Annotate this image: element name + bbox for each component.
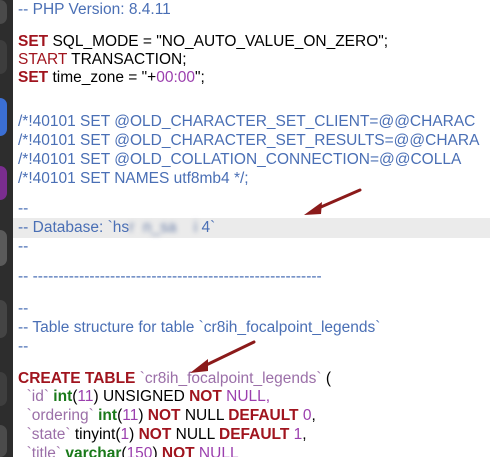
- code-text: (: [321, 370, 331, 387]
- code-text: ,: [302, 426, 307, 443]
- code-text: TRANSACTION;: [67, 51, 187, 68]
- keyword: START: [18, 51, 68, 68]
- keyword: DEFAULT: [219, 426, 290, 443]
- code-line-database: -- Database: `hsr n_sa i 4`: [13, 218, 490, 238]
- dock-app-icon[interactable]: [0, 0, 7, 24]
- number-literal: 150: [126, 445, 153, 457]
- column-name: `id`: [18, 388, 49, 405]
- column-name: `state`: [18, 426, 71, 443]
- keyword: NOT: [161, 445, 195, 457]
- dock-app-icon[interactable]: [0, 230, 7, 266]
- code-line-php-version: -- PHP Version: 8.4.11: [18, 1, 171, 18]
- number-literal: 1: [120, 426, 130, 443]
- code-line-create-table: CREATE TABLE `cr8ih_focalpoint_legends` …: [18, 369, 331, 389]
- keyword: NOT: [189, 388, 222, 405]
- annotation-arrow-icon: [304, 188, 362, 215]
- code-text: ): [138, 407, 148, 424]
- code-line-collation: /*!40101 SET @OLD_COLLATION_CONNECTION=@…: [18, 151, 462, 168]
- number-literal: 1: [289, 426, 303, 443]
- code-text: time_zone = "+: [48, 69, 157, 86]
- app-dock: [0, 0, 13, 457]
- dock-app-icon[interactable]: [0, 425, 7, 457]
- annotation-arrow-icon: [190, 340, 256, 373]
- code-line-time-zone: SET time_zone = "+00:00";: [18, 68, 205, 88]
- code-line-column-ordering: `ordering` int(11) NOT NULL DEFAULT 0,: [18, 406, 316, 426]
- code-text: ) UNSIGNED: [93, 388, 190, 405]
- code-line-column-id: `id` int(11) UNSIGNED NOT NULL,: [18, 387, 270, 407]
- keyword: NOT: [138, 426, 172, 443]
- code-text: ,: [311, 407, 316, 424]
- dock-app-icon[interactable]: [0, 372, 7, 406]
- column-name: `title`: [18, 445, 62, 457]
- type: varchar: [61, 445, 122, 457]
- type: int: [93, 407, 118, 424]
- number-literal: 00:00: [156, 69, 195, 86]
- code-line-charset-client: /*!40101 SET @OLD_CHARACTER_SET_CLIENT=@…: [18, 113, 476, 130]
- code-line-separator: -- -------------------------------------…: [18, 268, 322, 285]
- number-literal: 11: [122, 407, 139, 424]
- code-text: ): [152, 445, 162, 457]
- database-suffix: 4`: [201, 219, 216, 236]
- keyword: SET: [18, 69, 49, 86]
- number-literal: 0: [298, 407, 312, 424]
- code-line-charset-results: /*!40101 SET @OLD_CHARACTER_SET_RESULTS=…: [18, 132, 480, 149]
- code-line-set-names: /*!40101 SET NAMES utf8mb4 */;: [18, 170, 249, 187]
- sql-code-view[interactable]: -- PHP Version: 8.4.11 SET SQL_MODE = "N…: [13, 0, 490, 457]
- dock-app-icon[interactable]: [0, 40, 7, 74]
- redacted-text: i: [185, 219, 202, 236]
- code-line-sql-mode: SET SQL_MODE = "NO_AUTO_VALUE_ON_ZERO";: [18, 32, 388, 52]
- dock-app-icon[interactable]: [0, 300, 7, 338]
- code-text: ): [129, 426, 139, 443]
- number-literal: 11: [77, 388, 94, 405]
- code-line-comment: --: [18, 238, 29, 255]
- code-line-start-transaction: START TRANSACTION;: [18, 50, 187, 70]
- dock-app-icon[interactable]: [0, 166, 7, 200]
- code-text: SQL_MODE = "NO_AUTO_VALUE_ON_ZERO";: [48, 33, 389, 50]
- null-literal: NULL: [194, 445, 239, 457]
- type: tinyint(: [70, 426, 121, 443]
- keyword: NOT: [147, 407, 181, 424]
- type: int: [49, 388, 73, 405]
- code-line-table-structure: -- Table structure for table `cr8ih_foca…: [18, 319, 381, 336]
- code-line-comment: --: [18, 338, 29, 355]
- keyword: CREATE TABLE: [18, 370, 136, 387]
- code-line-column-title: `title` varchar(150) NOT NULL: [18, 444, 239, 457]
- code-line-comment: --: [18, 300, 29, 317]
- code-line-column-state: `state` tinyint(1) NOT NULL DEFAULT 1,: [18, 425, 307, 445]
- code-text: NULL: [180, 407, 229, 424]
- code-text: NULL: [171, 426, 219, 443]
- column-name: `ordering`: [18, 407, 94, 424]
- code-line-comment: --: [18, 200, 29, 217]
- dock-app-icon[interactable]: [0, 98, 7, 136]
- code-text: ";: [195, 69, 205, 86]
- database-prefix: -- Database: `hs: [18, 219, 130, 236]
- null-literal: NULL,: [221, 388, 271, 405]
- keyword: DEFAULT: [228, 407, 299, 424]
- keyword: SET: [18, 33, 49, 50]
- redacted-text: r n_sa: [129, 219, 186, 236]
